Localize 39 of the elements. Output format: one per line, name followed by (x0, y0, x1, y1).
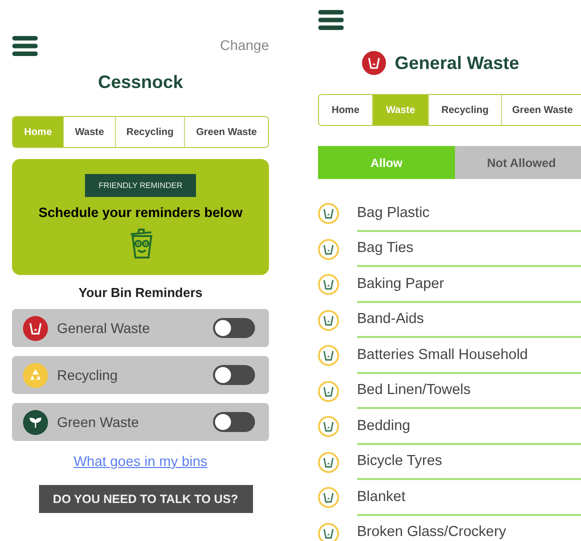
basket-icon (318, 203, 339, 224)
basket-icon (318, 380, 339, 402)
reminder-label: General Waste (57, 320, 151, 336)
bins-link[interactable]: What goes in my bins (74, 453, 208, 469)
filter-tab[interactable]: Not Allowed (455, 146, 581, 179)
menu-icon[interactable] (12, 36, 38, 56)
reminder-label: Green Waste (57, 414, 140, 430)
reminder-label: Recycling (57, 367, 119, 383)
tab[interactable]: Green Waste (184, 117, 268, 147)
contact-button[interactable]: DO YOU NEED TO TALK TO US? (38, 485, 252, 513)
list-item[interactable]: Bedding (357, 409, 581, 444)
basket-icon (362, 51, 386, 75)
list-item[interactable]: Bag Plastic (357, 196, 581, 232)
basket-icon (318, 522, 339, 541)
basket-icon (318, 274, 339, 296)
toggle-switch[interactable] (213, 412, 255, 432)
basket-icon (318, 310, 339, 331)
change-link[interactable]: Change (220, 37, 269, 53)
toggle-switch[interactable] (213, 365, 255, 385)
list-item[interactable]: Band-Aids (357, 302, 581, 338)
list-item[interactable]: Bed Linen/Towels (357, 374, 581, 409)
list-item[interactable]: Baking Paper (357, 267, 581, 302)
list-item[interactable]: Broken Glass/Crockery (357, 516, 581, 541)
menu-icon[interactable] (318, 10, 344, 30)
list-item[interactable]: Batteries Small Household (357, 338, 581, 374)
basket-icon (318, 487, 339, 508)
list-item[interactable]: Bicycle Tyres (357, 444, 581, 480)
banner-heading: Schedule your reminders below (38, 205, 243, 220)
screen-title: Cessnock (96, 72, 184, 93)
reminder-label: FRIENDLY REMINDER (84, 174, 196, 197)
section-heading: Your Bin Reminders (77, 285, 204, 300)
list-item[interactable]: Blanket (357, 480, 581, 516)
screen-title: General Waste (394, 52, 520, 74)
basket-icon (318, 238, 339, 260)
list-item[interactable]: Bag Ties (357, 232, 581, 267)
toggle-switch[interactable] (213, 318, 255, 338)
basket-icon (318, 452, 339, 473)
basket-icon (318, 345, 339, 366)
basket-icon (318, 416, 339, 438)
